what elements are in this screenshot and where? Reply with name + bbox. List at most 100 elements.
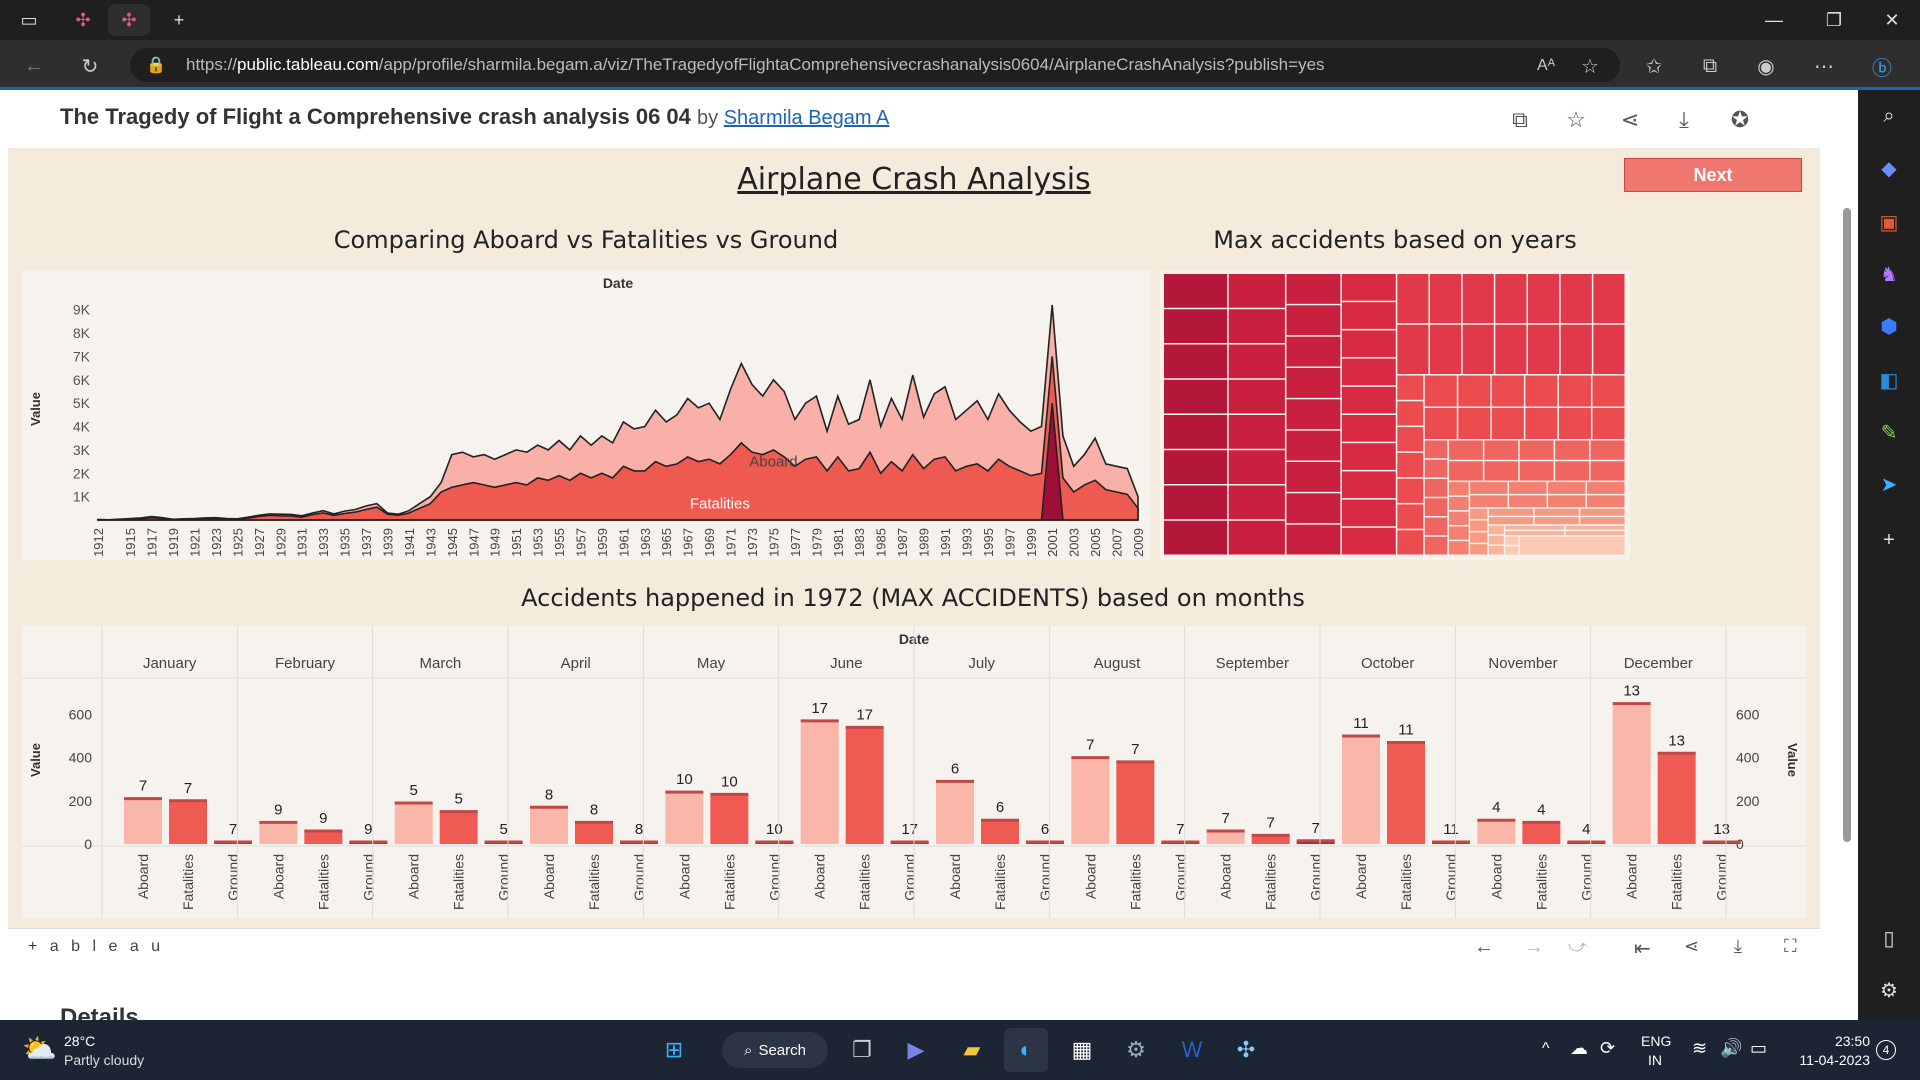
battery-icon[interactable]: ▭ xyxy=(1750,1038,1767,1059)
office-icon[interactable]: ⬢ xyxy=(1868,308,1910,344)
scroll-thumb[interactable] xyxy=(1843,208,1851,842)
treemap-cell xyxy=(1534,517,1579,525)
weather-desc[interactable]: Partly cloudy xyxy=(64,1052,144,1068)
outlook-icon[interactable]: ◧ xyxy=(1868,362,1910,398)
minimize-icon[interactable]: — xyxy=(1746,0,1802,40)
store-icon[interactable]: ▦ xyxy=(1060,1028,1104,1072)
start-icon[interactable]: ⊞ xyxy=(652,1028,696,1072)
copilot-icon[interactable]: ⓑ xyxy=(1864,48,1900,84)
tab-actions-icon[interactable]: ▭ xyxy=(8,4,50,36)
tools-icon[interactable]: ▣ xyxy=(1868,204,1910,240)
monthly-bar-chart[interactable]: DateValueValue00200200400400600600Januar… xyxy=(22,626,1806,918)
weather-icon[interactable]: ⛅ xyxy=(22,1032,57,1065)
copy-icon[interactable]: ⧉ xyxy=(1502,104,1538,136)
notification-badge[interactable]: 4 xyxy=(1876,1040,1896,1060)
tab-tableau-2[interactable]: ✣ xyxy=(108,4,150,36)
designer-icon[interactable]: ✎ xyxy=(1868,414,1910,450)
onedrive-icon[interactable]: ☁ xyxy=(1570,1038,1588,1059)
bar-value-label: 7 xyxy=(1131,741,1139,758)
sidebar-toggle-icon[interactable]: ▯ xyxy=(1868,920,1910,956)
back-icon[interactable]: ← xyxy=(16,48,52,84)
close-icon[interactable]: ✕ xyxy=(1864,0,1920,40)
send-icon[interactable]: ➤ xyxy=(1868,466,1910,502)
viz-download-icon[interactable]: ⤓ xyxy=(1734,936,1742,957)
url-field[interactable]: https://public.tableau.com/app/profile/s… xyxy=(130,48,1620,82)
area-x-tick: 1969 xyxy=(702,528,717,557)
replay-icon: ⤻ xyxy=(1568,936,1588,956)
treemap-cell xyxy=(1590,440,1625,460)
teams-icon[interactable]: ▶ xyxy=(894,1028,938,1072)
word-icon[interactable]: W xyxy=(1170,1028,1214,1072)
weather-temp[interactable]: 28°C xyxy=(64,1033,95,1049)
bar-value-label: 17 xyxy=(856,706,873,723)
clock-time[interactable]: 23:50 xyxy=(1796,1033,1870,1049)
task-view-icon[interactable]: ❐ xyxy=(840,1028,884,1072)
browser-titlebar xyxy=(0,0,1920,40)
lock-icon[interactable]: 🔒 xyxy=(146,55,166,75)
treemap-cell xyxy=(1558,408,1591,439)
collections-icon[interactable]: ⧉ xyxy=(1692,48,1728,84)
treemap-cell xyxy=(1505,531,1565,536)
treemap-cell xyxy=(1286,493,1341,524)
refresh-icon[interactable]: ↻ xyxy=(72,48,108,84)
taskbar-search[interactable]: ⌕ Search xyxy=(722,1032,828,1068)
author-link[interactable]: Sharmila Begam A xyxy=(724,107,890,129)
area-x-tick: 1953 xyxy=(531,528,546,557)
download-icon[interactable]: ⤓ xyxy=(1666,104,1702,136)
settings-app-icon[interactable]: ⚙ xyxy=(1114,1028,1158,1072)
treemap-cell xyxy=(1491,375,1524,407)
new-tab-icon[interactable]: + xyxy=(158,4,200,36)
games-icon[interactable]: ♞ xyxy=(1868,256,1910,292)
search-icon[interactable]: ⌕ xyxy=(1868,98,1910,134)
add-favorite-icon[interactable]: ☆ xyxy=(1572,48,1608,84)
bar-value-label: 4 xyxy=(1582,821,1590,838)
bar-x-tick: Aboard xyxy=(1218,854,1234,899)
sync-icon[interactable]: ⟳ xyxy=(1600,1038,1615,1059)
tableau-logo[interactable]: + a b l e a u xyxy=(28,938,164,956)
wifi-icon[interactable]: ≋ xyxy=(1692,1038,1707,1059)
read-aloud-icon[interactable]: Aᴬ xyxy=(1528,48,1564,84)
treemap-cell xyxy=(1448,461,1483,481)
undo-icon[interactable]: ← xyxy=(1474,936,1494,959)
clock-date[interactable]: 11-04-2023 xyxy=(1794,1052,1870,1068)
treemap-cell xyxy=(1448,511,1469,525)
lang-code[interactable]: ENG xyxy=(1641,1033,1671,1049)
area-chart[interactable]: Date Value 1K 2K 3K 4K 5K 6K 7K 8K 9K Aboard Fatalit… xyxy=(22,270,1150,560)
lang-region[interactable]: IN xyxy=(1648,1052,1662,1068)
page-scrollbar[interactable] xyxy=(1836,90,1858,1020)
badge-icon[interactable]: ✪ xyxy=(1722,104,1758,136)
favorite-icon[interactable]: ☆ xyxy=(1558,104,1594,136)
area-x-tick: 1957 xyxy=(573,528,588,557)
bar-value-label: 7 xyxy=(1086,737,1094,754)
viz-share-icon[interactable]: ⋖ xyxy=(1684,936,1699,957)
settings-icon[interactable]: ⚙ xyxy=(1868,972,1910,1008)
treemap-chart[interactable] xyxy=(1160,270,1630,560)
edge-icon[interactable]: ◐ xyxy=(1004,1028,1048,1072)
profile-icon[interactable]: ◉ xyxy=(1748,48,1784,84)
taskbar-search-label: Search xyxy=(758,1041,806,1059)
maximize-icon[interactable]: ❐ xyxy=(1806,0,1862,40)
treemap-cell xyxy=(1341,415,1396,442)
favorites-icon[interactable]: ✩ xyxy=(1636,48,1672,84)
bar-value-label: 17 xyxy=(901,821,918,838)
share-icon[interactable]: ⋖ xyxy=(1612,104,1648,136)
tab-tableau-1[interactable]: ✣ xyxy=(62,4,104,36)
area-x-tick: 1973 xyxy=(745,528,760,557)
shopping-icon[interactable]: ◆ xyxy=(1868,150,1910,186)
snipping-icon[interactable]: ✣ xyxy=(1224,1028,1268,1072)
treemap-cell xyxy=(1286,305,1341,336)
volume-icon[interactable]: 🔊 xyxy=(1720,1038,1742,1059)
bar-aboard xyxy=(1071,757,1110,844)
bar-aboard xyxy=(1612,703,1651,844)
tray-chevron-icon[interactable]: ^ xyxy=(1542,1040,1550,1058)
area-x-tick: 1933 xyxy=(316,528,331,557)
add-icon[interactable]: + xyxy=(1868,522,1910,558)
explorer-icon[interactable]: ▰ xyxy=(950,1028,994,1072)
area-x-tick: 1919 xyxy=(166,528,181,557)
url-path: /app/profile/sharmila.begam.a/viz/TheTra… xyxy=(378,55,1325,74)
revert-icon[interactable]: ⇤ xyxy=(1634,936,1651,961)
next-button[interactable]: Next xyxy=(1624,158,1802,192)
more-icon[interactable]: ⋯ xyxy=(1806,48,1842,84)
fullscreen-icon[interactable]: ⛶ xyxy=(1784,936,1797,957)
area-x-tick: 1987 xyxy=(895,528,910,557)
